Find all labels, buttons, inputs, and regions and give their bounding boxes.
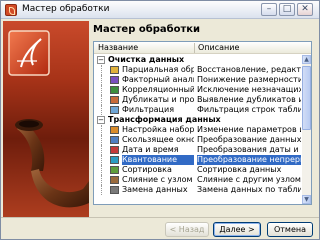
tree-group-label: Трансформация данных	[108, 115, 221, 124]
tree-item-description: Замена данных по таблице	[197, 185, 301, 194]
tree-item-description: Восстановление, редактирование...	[197, 65, 301, 74]
back-button[interactable]: < Назад	[165, 222, 209, 237]
tree-connector	[101, 95, 102, 105]
tree-item-name: Слияние с узлом	[122, 175, 193, 184]
replace-icon	[110, 186, 119, 194]
minimize-button[interactable]: –	[261, 3, 277, 16]
quantization-icon	[110, 156, 119, 164]
tree-connector	[101, 85, 102, 95]
tree-connector	[101, 165, 102, 175]
processing-tree-list[interactable]: Название Описание − Очистка данных Парциал…	[93, 41, 312, 205]
merge-icon	[110, 176, 119, 184]
filter-icon	[110, 106, 119, 114]
tree-item-description: Преобразование непрерывных зн...	[197, 155, 301, 165]
tree-item-name: Настройка набора ...	[122, 125, 194, 134]
tree-item[interactable]: Дата и время Преобразования даты и времен…	[94, 145, 302, 155]
tree-item[interactable]: Корреляционный а...Исключение незначащих…	[94, 85, 302, 95]
sort-icon	[110, 166, 119, 174]
column-name-header[interactable]: Название	[98, 43, 138, 52]
column-header: Название Описание	[94, 42, 311, 54]
tree-item[interactable]: КвантованиеПреобразование непрерывных зн…	[94, 155, 302, 165]
tree-item-name: Скользящее окно	[122, 135, 194, 144]
close-button[interactable]: ✕	[297, 3, 313, 16]
tree-group-label: Очистка данных	[108, 55, 185, 64]
tree-item[interactable]: Настройка набора ...Изменение параметров…	[94, 125, 302, 135]
scroll-thumb[interactable]	[302, 66, 311, 130]
title-bar[interactable]: Мастер обработки – □ ✕	[1, 1, 319, 19]
tree-connector	[101, 155, 102, 165]
tree-item-name: Корреляционный а...	[122, 85, 194, 94]
tree-item-name: Парциальная обра...	[122, 65, 194, 74]
scroll-up-icon[interactable]: ▲	[302, 55, 311, 64]
tree-item[interactable]: Парциальная обра...Восстановление, редак…	[94, 65, 302, 75]
tree-item-description: Фильтрация строк таблицы по ус...	[197, 105, 301, 114]
scroll-down-icon[interactable]: ▼	[302, 195, 311, 204]
cancel-button[interactable]: Отмена	[267, 222, 313, 237]
app-icon	[5, 4, 17, 16]
tree-connector	[101, 75, 102, 85]
tree-connector	[101, 145, 102, 155]
tree-connector	[101, 65, 102, 75]
partial-processing-icon	[110, 66, 119, 74]
correlation-icon	[110, 86, 119, 94]
tree-item[interactable]: Дубликаты и прот...Выявление дубликатов …	[94, 95, 302, 105]
wizard-header-title: Мастер обработки	[93, 24, 201, 35]
wizard-window: Мастер обработки – □ ✕ Мастер обработки …	[0, 0, 320, 240]
calendar-icon	[110, 146, 119, 154]
tree-item-description: Исключение незначащих факторов...	[197, 85, 301, 94]
pipe-illustration	[8, 30, 89, 208]
tree-group[interactable]: − Трансформация данных	[94, 115, 302, 125]
maximize-button[interactable]: □	[279, 3, 295, 16]
button-separator	[1, 217, 319, 218]
tree-item[interactable]: Замена данных Замена данных по таблице	[94, 185, 302, 195]
tree-item-name: Факторный анализ	[122, 75, 194, 84]
tree-item[interactable]: Фильтрация Фильтрация строк таблицы по ус…	[94, 105, 302, 115]
factor-analysis-icon	[110, 76, 119, 84]
tree-rows: −Очистка данныхПарциальная обра...Восста…	[94, 55, 302, 195]
tree-item-name: Замена данных	[122, 185, 188, 194]
tree-connector	[101, 125, 102, 135]
tree-item-name: Фильтрация	[122, 105, 175, 114]
logo-tile	[8, 30, 50, 76]
tree-item-name: Дубликаты и прот...	[122, 95, 194, 104]
tree-item-description: Понижение размерности входных...	[197, 75, 301, 84]
vertical-scrollbar[interactable]: ▲ ▼	[302, 55, 311, 204]
tree-item[interactable]: Скользящее окноПреобразование данных ско…	[94, 135, 302, 145]
tree-group[interactable]: − Очистка данных	[94, 55, 302, 65]
tree-item-name: Квантование	[122, 155, 194, 165]
tree-connector	[101, 175, 102, 185]
tree-item-description: Преобразования даты и времени	[197, 145, 301, 154]
tree-item-name: Дата и время	[122, 145, 179, 154]
tree-item-description: Выявление дубликатов и противо...	[197, 95, 301, 104]
column-separator[interactable]	[194, 43, 195, 53]
tree-item-description: Слияние с другим узлом	[197, 175, 301, 184]
window-title: Мастер обработки	[22, 4, 110, 14]
wizard-art-panel	[3, 21, 89, 217]
next-button[interactable]: Далее >	[213, 222, 261, 237]
collapse-toggle-icon[interactable]: −	[97, 116, 105, 124]
tree-item-name: Сортировка	[122, 165, 172, 174]
tree-connector	[101, 185, 102, 195]
duplicates-icon	[110, 96, 119, 104]
tree-item-description: Сортировка данных	[197, 165, 282, 174]
sliding-window-icon	[110, 136, 119, 144]
dataset-setup-icon	[110, 126, 119, 134]
column-description-header[interactable]: Описание	[198, 43, 239, 52]
tree-connector	[101, 135, 102, 145]
tree-item-description: Изменение параметров источник...	[197, 125, 301, 134]
tree-item[interactable]: Факторный анализПонижение размерности вх…	[94, 75, 302, 85]
tree-item-description: Преобразование данных скользя...	[197, 135, 301, 144]
tree-item[interactable]: Слияние с узлом Слияние с другим узлом	[94, 175, 302, 185]
collapse-toggle-icon[interactable]: −	[97, 56, 105, 64]
tree-connector	[101, 105, 102, 115]
tree-item[interactable]: Сортировка Сортировка данных	[94, 165, 302, 175]
